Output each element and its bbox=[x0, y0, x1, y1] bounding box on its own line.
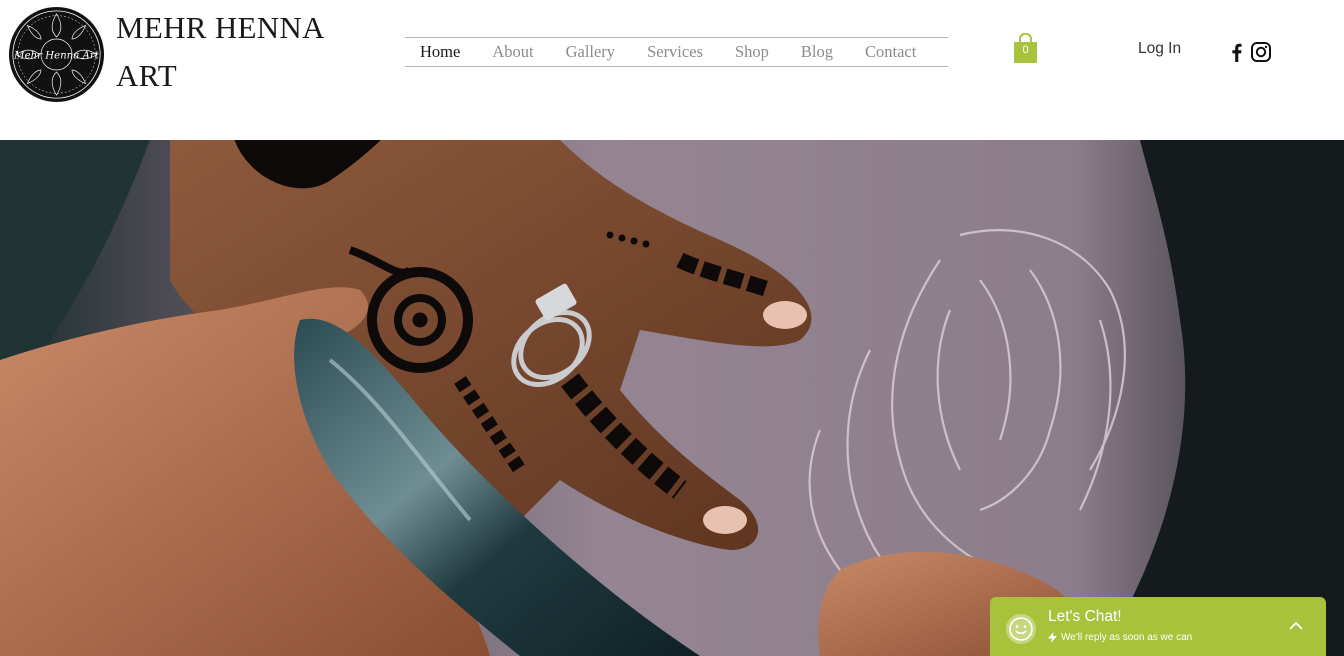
nav-gallery[interactable]: Gallery bbox=[550, 42, 631, 62]
cart-button[interactable]: 0 bbox=[1013, 32, 1038, 64]
chat-widget[interactable]: Let's Chat! We'll reply as soon as we ca… bbox=[990, 597, 1326, 656]
nav-home[interactable]: Home bbox=[405, 42, 476, 62]
smiley-icon bbox=[1006, 614, 1036, 644]
nav-shop[interactable]: Shop bbox=[719, 42, 785, 62]
site-title-line2: ART bbox=[116, 58, 178, 93]
nav-contact[interactable]: Contact bbox=[849, 42, 932, 62]
login-link[interactable]: Log In bbox=[1138, 40, 1181, 58]
site-title[interactable]: MEHR HENNA ART bbox=[116, 4, 356, 100]
mehr-henna-logo[interactable]: Mehr Henna Art bbox=[8, 6, 105, 103]
cart-count: 0 bbox=[1022, 44, 1029, 56]
instagram-icon[interactable] bbox=[1250, 41, 1272, 63]
site-title-line1: MEHR HENNA bbox=[116, 10, 325, 45]
chat-subtitle: We'll reply as soon as we can bbox=[1061, 632, 1193, 643]
site-header: Mehr Henna Art MEHR HENNA ART Home About… bbox=[0, 0, 1344, 140]
logo-text: Mehr Henna Art bbox=[13, 50, 100, 61]
chat-subtitle-row: We'll reply as soon as we can bbox=[1048, 632, 1192, 643]
nav-services[interactable]: Services bbox=[631, 42, 719, 62]
nav-about[interactable]: About bbox=[476, 42, 549, 62]
hero-image bbox=[0, 140, 1344, 656]
chevron-up-icon[interactable] bbox=[1288, 619, 1304, 633]
chat-title: Let's Chat! bbox=[1048, 608, 1122, 625]
main-nav: Home About Gallery Services Shop Blog Co… bbox=[405, 37, 948, 67]
henna-hand-photo bbox=[0, 140, 1344, 656]
nav-blog[interactable]: Blog bbox=[785, 42, 849, 62]
lightning-icon bbox=[1048, 632, 1057, 643]
facebook-icon[interactable] bbox=[1226, 41, 1248, 63]
